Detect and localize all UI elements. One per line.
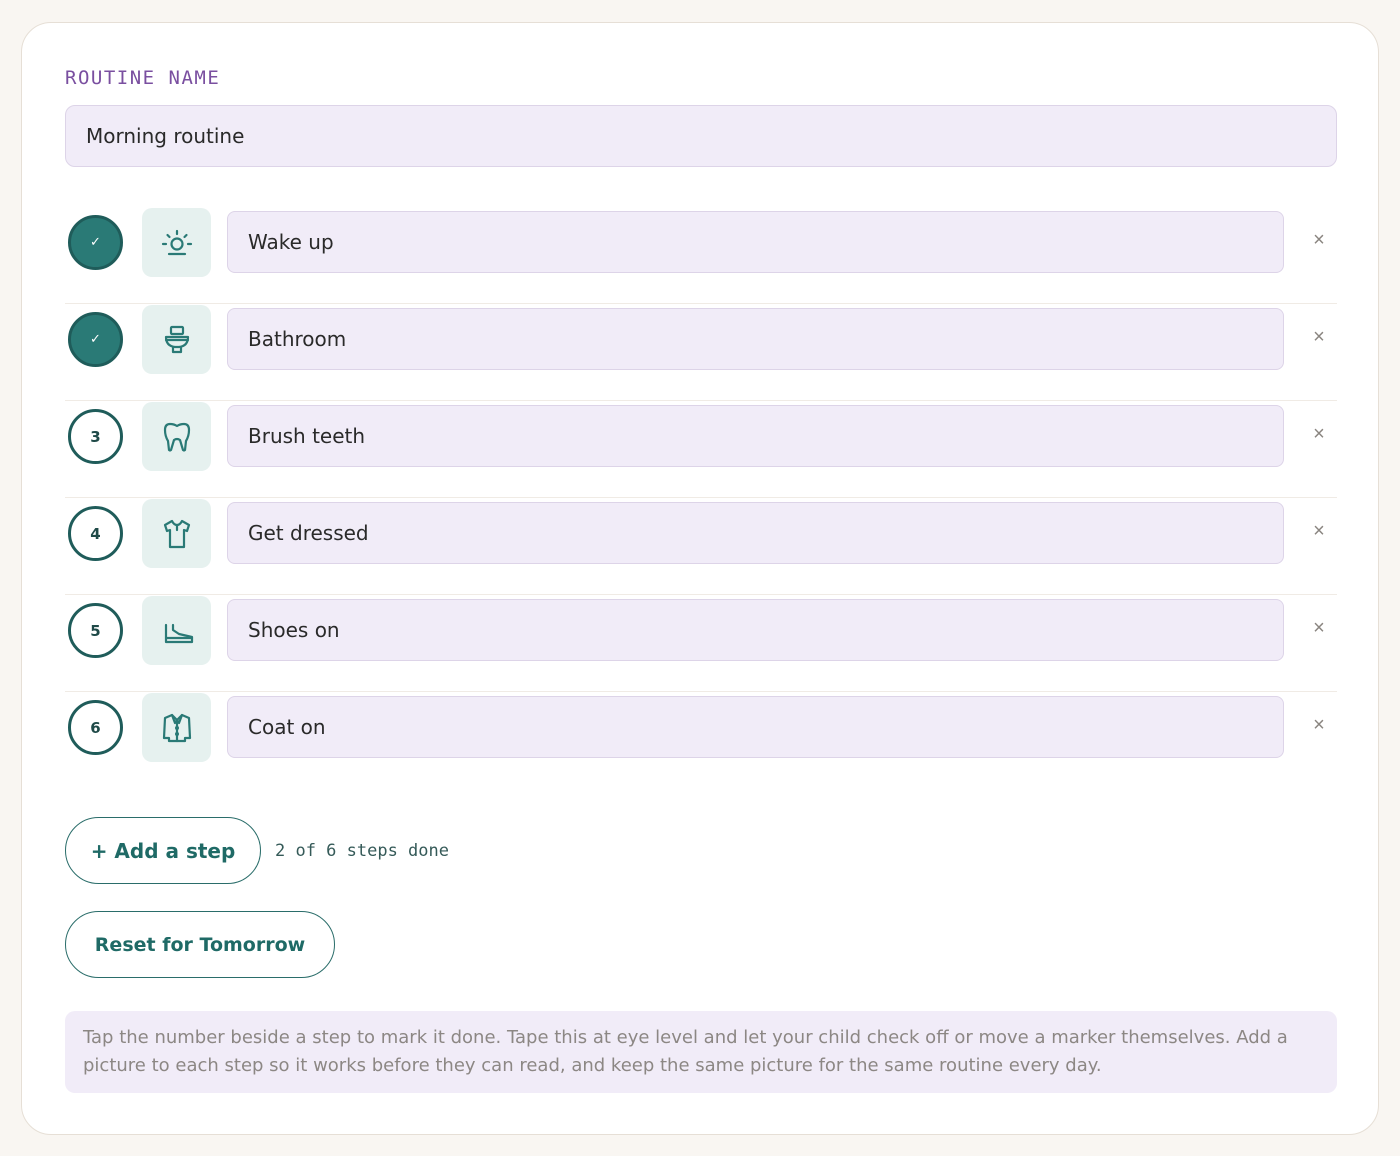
routine-name-input[interactable]: Morning routine <box>65 105 1337 167</box>
step-done-toggle[interactable]: 3 <box>68 409 123 464</box>
shoe-icon <box>164 623 193 643</box>
shirt-icon <box>163 519 190 548</box>
step-picture[interactable] <box>142 596 211 665</box>
step-name-input[interactable]: Wake up <box>227 211 1284 273</box>
routine-name-label: ROUTINE NAME <box>65 67 221 89</box>
step-row: ✓ Bathroom × <box>65 304 1337 401</box>
step-row: ✓ Wake up × <box>65 207 1337 304</box>
step-row: 5 Shoes on × <box>65 595 1337 692</box>
step-name-input[interactable]: Get dressed <box>227 502 1284 564</box>
step-done-toggle[interactable]: 6 <box>68 700 123 755</box>
toilet-icon <box>164 325 189 353</box>
step-name-input[interactable]: Shoes on <box>227 599 1284 661</box>
step-picture[interactable] <box>142 305 211 374</box>
step-done-toggle[interactable]: ✓ <box>68 215 123 270</box>
remove-step-button[interactable]: × <box>1305 322 1333 352</box>
step-name-input[interactable]: Bathroom <box>227 308 1284 370</box>
remove-step-button[interactable]: × <box>1305 419 1333 449</box>
steps-list: ✓ Wake up × ✓ Bathroom × 3 Brush teeth ×… <box>65 207 1337 789</box>
step-picture[interactable] <box>142 402 211 471</box>
step-picture[interactable] <box>142 693 211 762</box>
step-done-toggle[interactable]: 5 <box>68 603 123 658</box>
step-row: 3 Brush teeth × <box>65 401 1337 498</box>
step-name-input[interactable]: Brush teeth <box>227 405 1284 467</box>
step-name-input[interactable]: Coat on <box>227 696 1284 758</box>
step-row: 4 Get dressed × <box>65 498 1337 595</box>
remove-step-button[interactable]: × <box>1305 225 1333 255</box>
coat-icon <box>162 713 191 742</box>
remove-step-button[interactable]: × <box>1305 710 1333 740</box>
tooth-icon <box>163 422 190 452</box>
step-done-toggle[interactable]: ✓ <box>68 312 123 367</box>
step-picture[interactable] <box>142 208 211 277</box>
instructions-hint: Tap the number beside a step to mark it … <box>65 1011 1337 1093</box>
routine-card: ROUTINE NAME Morning routine ✓ Wake up × <box>21 22 1379 1135</box>
step-done-toggle[interactable]: 4 <box>68 506 123 561</box>
progress-text: 2 of 6 steps done <box>275 841 449 861</box>
sun-icon <box>161 229 192 255</box>
reset-for-tomorrow-button[interactable]: Reset for Tomorrow <box>65 911 335 978</box>
remove-step-button[interactable]: × <box>1305 516 1333 546</box>
step-picture[interactable] <box>142 499 211 568</box>
step-row: 6 Coat on × <box>65 692 1337 789</box>
add-step-button[interactable]: + Add a step <box>65 817 261 884</box>
remove-step-button[interactable]: × <box>1305 613 1333 643</box>
